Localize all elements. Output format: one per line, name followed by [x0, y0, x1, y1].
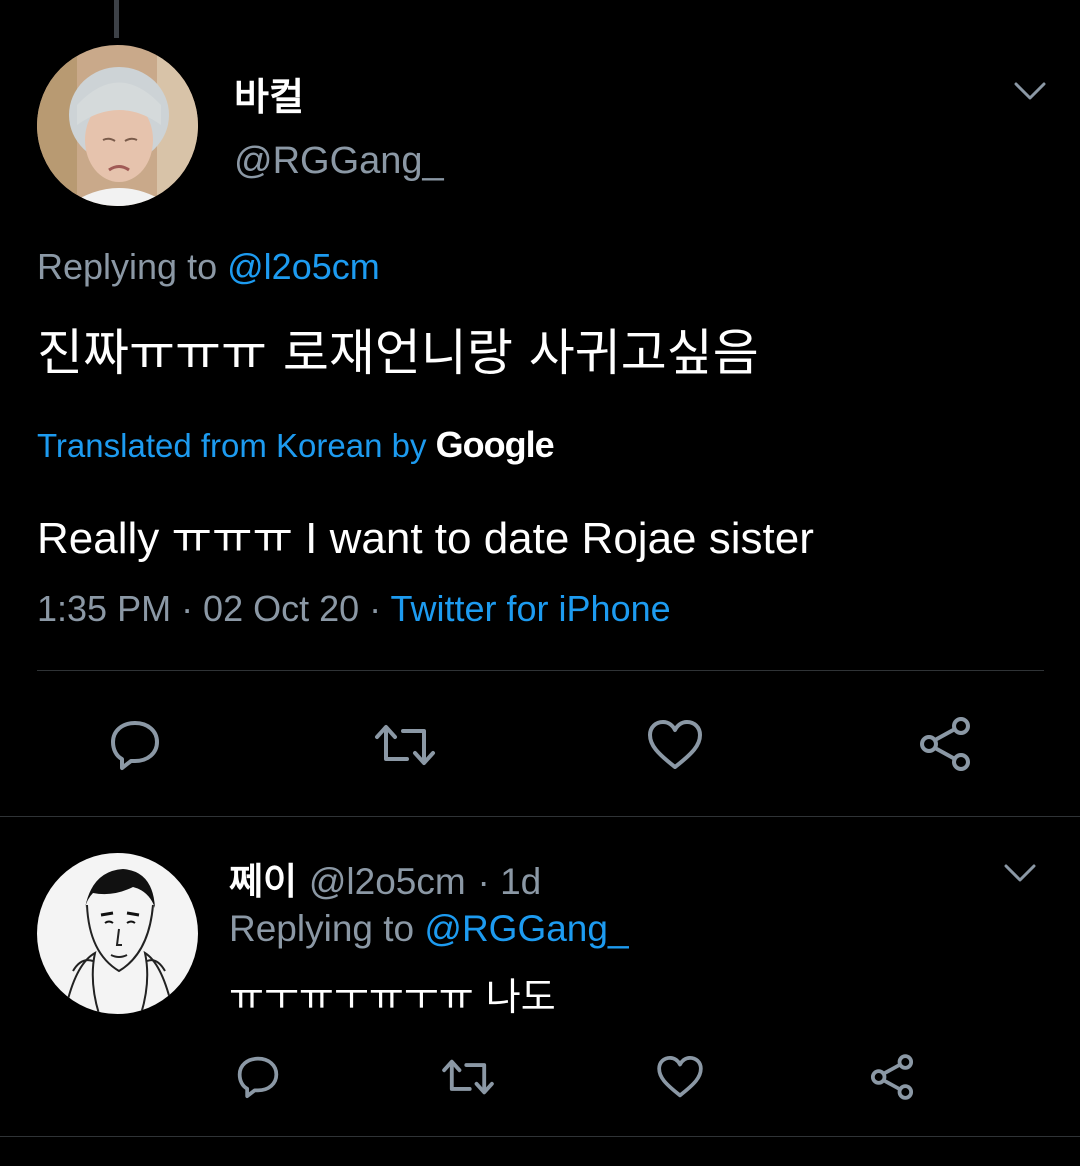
- replying-to-handle-link[interactable]: @l2o5cm: [227, 246, 380, 287]
- reply-button[interactable]: [104, 716, 166, 774]
- reply-like-button[interactable]: [654, 1052, 706, 1102]
- reply-header: 쩨이 @l2o5cm · 1d: [229, 851, 541, 905]
- chevron-down-icon[interactable]: [1000, 858, 1040, 888]
- share-button[interactable]: [914, 714, 976, 774]
- reply-share-button[interactable]: [866, 1050, 918, 1104]
- retweet-arrows-icon: [375, 725, 435, 765]
- speech-bubble-icon: [111, 721, 159, 770]
- tweet-source-link[interactable]: Twitter for iPhone: [391, 588, 671, 629]
- translated-text: Really ㅠㅠㅠ I want to date Rojae sister: [37, 514, 814, 563]
- reply-author-handle[interactable]: @l2o5cm: [309, 861, 466, 902]
- retweet-button[interactable]: [370, 716, 440, 774]
- reply-replying-to-handle-link[interactable]: @RGGang_: [424, 908, 628, 949]
- tweet-timestamp: 1:35 PM · 02 Oct 20 ·: [37, 588, 382, 629]
- author-display-name[interactable]: 바컬: [234, 66, 304, 121]
- reply-author-display-name[interactable]: 쩨이: [229, 860, 297, 903]
- google-logo: Google: [435, 424, 555, 465]
- heart-icon: [657, 1055, 703, 1098]
- thread-connector-line: [114, 0, 119, 38]
- share-nodes-icon: [870, 1054, 914, 1100]
- translation-attribution: Translated from Korean by Google: [37, 424, 555, 466]
- tweet-text: 진짜ㅠㅠㅠ 로재언니랑 사귀고싶음: [37, 324, 759, 382]
- divider: [37, 670, 1044, 671]
- chevron-down-icon[interactable]: [1010, 76, 1050, 106]
- reply-tweet-text: ㅠㅜㅠㅜㅠㅜㅠ 나도: [229, 975, 556, 1019]
- reply-replying-to-line: Replying to @RGGang_: [229, 908, 629, 950]
- tweet-metadata: 1:35 PM · 02 Oct 20 · Twitter for iPhone: [37, 588, 671, 630]
- author-avatar-image: [37, 45, 198, 206]
- reply-time-ago: · 1d: [477, 861, 542, 902]
- heart-icon: [648, 720, 702, 769]
- reply-author-avatar[interactable]: [37, 853, 198, 1014]
- replying-to-line: Replying to @l2o5cm: [37, 246, 380, 288]
- retweet-arrows-icon: [442, 1059, 494, 1095]
- speech-bubble-icon: [237, 1056, 279, 1099]
- reply-replying-to-label: Replying to: [229, 908, 415, 949]
- divider: [0, 1136, 1080, 1137]
- replying-to-label: Replying to: [37, 246, 218, 287]
- divider: [0, 816, 1080, 817]
- like-button[interactable]: [644, 716, 706, 774]
- translated-from-label: Translated from Korean by: [37, 427, 427, 464]
- reply-author-avatar-image: [37, 853, 198, 1014]
- author-avatar[interactable]: [37, 45, 198, 206]
- reply-reply-button[interactable]: [232, 1052, 284, 1102]
- reply-retweet-button[interactable]: [438, 1052, 498, 1102]
- share-nodes-icon: [920, 717, 970, 771]
- author-handle[interactable]: @RGGang_: [234, 140, 444, 183]
